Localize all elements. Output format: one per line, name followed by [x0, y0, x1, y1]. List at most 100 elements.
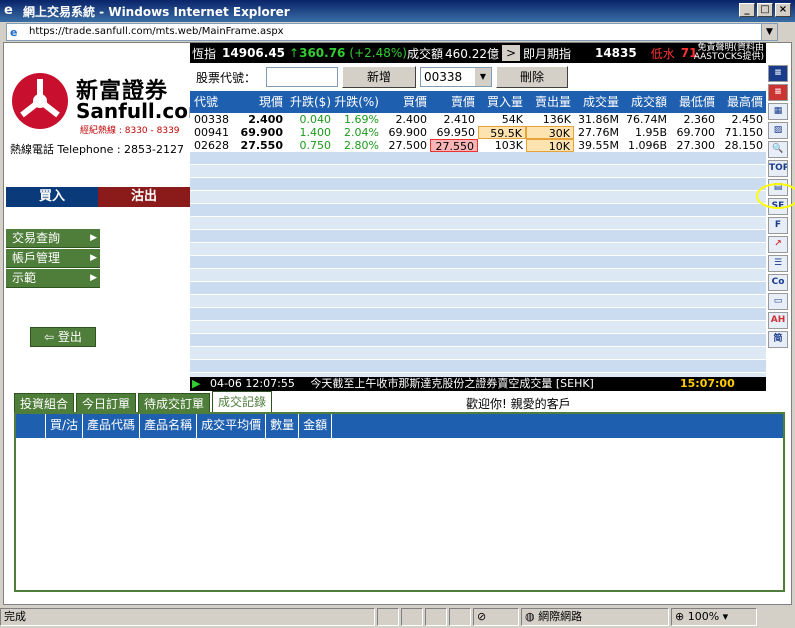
input-bar: 股票代號： 新增 00338 ▼ 刪除 — [190, 65, 766, 89]
grid-col-header[interactable]: 賣出量 — [526, 91, 574, 113]
grid-col-header[interactable]: 買入量 — [478, 91, 526, 113]
play-icon[interactable]: ▶ — [192, 377, 200, 390]
page-content: 新富證券 Sanfull.com 經紀熱線 : 8330 - 8339 熱線電話… — [3, 42, 795, 605]
empty-row — [190, 230, 766, 243]
add-button[interactable]: 新增 — [342, 66, 416, 88]
empty-row — [190, 347, 766, 360]
tab-trade-records[interactable]: 成交記錄 — [212, 391, 273, 413]
logout-icon: ⇦ — [44, 330, 58, 344]
grid-col-header[interactable]: 現價 — [236, 91, 286, 113]
flag-us-icon[interactable]: ≡ — [768, 84, 788, 101]
quote-cell: 27.76M — [578, 126, 619, 139]
simplified-icon[interactable]: 简 — [768, 331, 788, 348]
tab-portfolio[interactable]: 投資組合 — [14, 393, 75, 413]
disclaimer-line2: AASTOCKS提供) — [693, 52, 764, 62]
empty-row — [190, 269, 766, 282]
grid-col-header[interactable]: 最高價 — [718, 91, 766, 113]
quote-cell: 2.360 — [683, 113, 716, 126]
zoom-control[interactable]: ⊕ 100% ▾ — [671, 607, 757, 626]
quote-cell: 69.700 — [676, 126, 716, 139]
menu-item-label: 交易查詢 — [12, 231, 61, 245]
empty-row — [190, 191, 766, 204]
quote-cell: 69.900 — [388, 126, 428, 139]
quote-cell: 02628 — [194, 139, 229, 152]
quote-cell: 76.74M — [626, 113, 667, 126]
status-pane — [449, 607, 471, 626]
status-text: 完成 — [0, 607, 375, 626]
tab-pending-orders[interactable]: 待成交訂單 — [138, 393, 211, 413]
grid-col-header[interactable]: 升跌($) — [286, 91, 334, 113]
grid-col-header[interactable]: 最低價 — [670, 91, 718, 113]
empty-row — [190, 321, 766, 334]
minimize-button[interactable]: _ — [739, 3, 755, 17]
top20-icon[interactable]: TOP — [768, 160, 788, 177]
tool-sidebar: ≡ ≡ ▦ ▨ 🔍 TOP ▤ SE F ↗ ☰ Co ▭ AH 简 — [766, 63, 790, 393]
trend-icon[interactable]: ↗ — [768, 236, 788, 253]
page-icon: e — [10, 26, 18, 39]
quote-cell: 54K — [501, 113, 523, 126]
f-icon[interactable]: F — [768, 217, 788, 234]
menu-item-trade-query[interactable]: 交易查詢 ▶ — [6, 229, 100, 248]
ah-icon[interactable]: AH — [768, 312, 788, 329]
empty-row — [190, 217, 766, 230]
magnifier-icon[interactable]: 🔍 — [768, 141, 788, 158]
quote-row[interactable]: 00941 69.900 1.400 2.04% 69.900 69.950 59.5K 30… — [190, 126, 766, 139]
next-button[interactable]: > — [501, 45, 520, 61]
disclaimer-link[interactable]: 免責聲明(資料由 AASTOCKS提供) — [694, 44, 764, 62]
table-icon[interactable]: ▦ — [768, 103, 788, 120]
zoom-value: 100% — [687, 609, 720, 623]
popup-blocked-icon[interactable]: ⊘ — [473, 607, 519, 626]
address-field[interactable]: e https://trade.sanfull.com/mts.web/Main… — [6, 23, 778, 41]
delete-button[interactable]: 刪除 — [496, 66, 568, 88]
trade-col-avgprice: 成交平均價 — [197, 414, 267, 438]
close-button[interactable]: × — [775, 3, 791, 17]
grid-col-header[interactable]: 成交量 — [574, 91, 622, 113]
stock-code-label: 股票代號： — [196, 70, 257, 85]
folder-icon[interactable]: ▭ — [768, 293, 788, 310]
quote-row[interactable]: 00338 2.400 0.040 1.69% 2.400 2.410 54K 136K 31.… — [190, 113, 766, 126]
tab-today-orders[interactable]: 今日訂單 — [76, 393, 137, 413]
up-arrow-icon: ↑ — [289, 46, 300, 60]
logo-en: Sanfull.com — [76, 99, 209, 123]
grid-col-header[interactable]: 代號 — [190, 91, 236, 113]
empty-row — [190, 152, 766, 165]
zone-label: 網際網路 — [538, 609, 583, 623]
trade-records-panel: 買/沽 產品代碼 產品名稱 成交平均價 數量 金額 — [14, 412, 785, 592]
grid-col-header[interactable]: 成交額 — [622, 91, 670, 113]
list-icon[interactable]: ☰ — [768, 255, 788, 272]
trade-col-amount: 金額 — [299, 414, 333, 438]
address-dropdown-icon[interactable]: ▼ — [761, 24, 777, 40]
basis-label: 低水 — [650, 46, 675, 61]
menu-item-label: 示範 — [12, 271, 37, 285]
quote-cell: 2.04% — [344, 126, 379, 139]
turnover-value: 460.22億 — [444, 46, 499, 61]
bottom-tabs: 投資組合 今日訂單 待成交訂單 成交記錄 — [14, 391, 790, 413]
maximize-button[interactable]: □ — [757, 3, 773, 17]
co-icon[interactable]: Co — [768, 274, 788, 291]
grid-col-header[interactable]: 賣價 — [430, 91, 478, 113]
left-panel: 新富證券 Sanfull.com 經紀熱線 : 8330 - 8339 熱線電話… — [4, 43, 209, 384]
flag-uk-icon[interactable]: ≡ — [768, 65, 788, 82]
chart-icon[interactable]: ▨ — [768, 122, 788, 139]
sell-button[interactable]: 沽出 — [98, 187, 190, 207]
quote-row[interactable]: 02628 27.550 0.750 2.80% 27.500 27.550 103K 10K… — [190, 139, 766, 152]
grid-col-header[interactable]: 升跌(%) — [334, 91, 382, 113]
quote-cell: 69.950 — [436, 126, 476, 139]
trade-col-qty: 數量 — [266, 414, 300, 438]
quote-cell: 2.80% — [344, 139, 379, 152]
menu-item-demo[interactable]: 示範 ▶ — [6, 269, 100, 288]
buy-button[interactable]: 買入 — [6, 187, 98, 207]
stock-select[interactable]: 00338 ▼ — [420, 67, 492, 87]
quote-cell: 30K — [526, 126, 574, 139]
grid-col-header[interactable]: 買價 — [382, 91, 430, 113]
quote-cell: 0.750 — [299, 139, 332, 152]
news-text[interactable]: 今天截至上午收市那斯達克股份之證券賣空成交量 [SEHK] — [310, 377, 594, 390]
quote-cell: 27.300 — [676, 139, 716, 152]
telephone-text: 熱線電話 Telephone : 2853-2127 — [10, 143, 185, 156]
menu-item-account[interactable]: 帳戶管理 ▶ — [6, 249, 100, 268]
hsi-change: 360.76 — [299, 46, 346, 60]
stock-code-input[interactable] — [266, 67, 338, 87]
trade-col-code: 產品代碼 — [83, 414, 141, 438]
quote-cell: 00941 — [194, 126, 229, 139]
logout-button[interactable]: ⇦ 登出 — [30, 327, 96, 347]
